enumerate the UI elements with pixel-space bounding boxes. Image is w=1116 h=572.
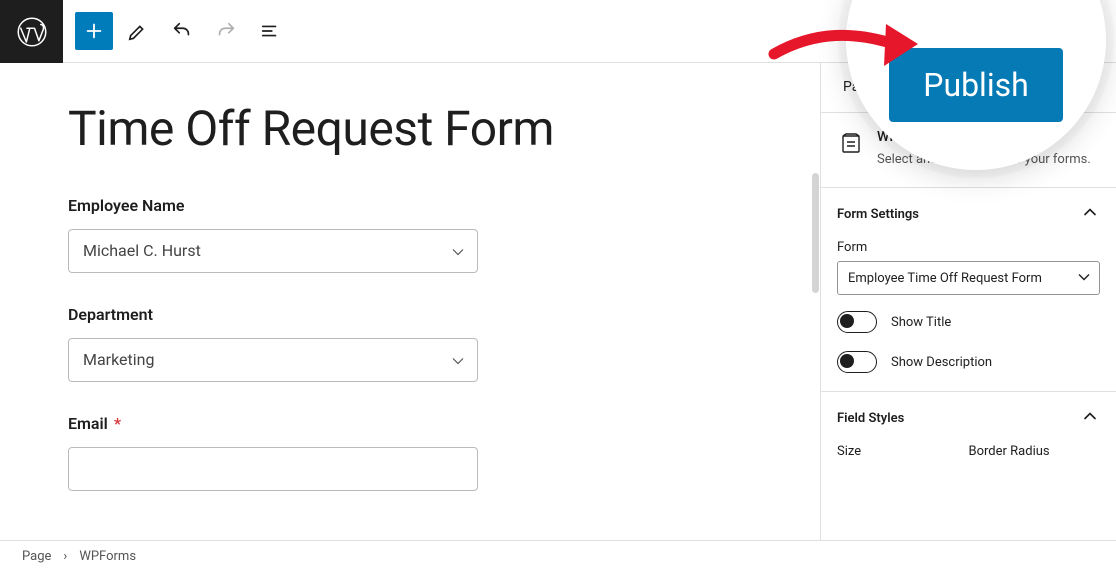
edit-mode-button[interactable] [119,12,157,50]
field-styles-toggle[interactable]: Field Styles [821,392,1116,444]
redo-icon [215,20,237,42]
undo-icon [171,20,193,42]
email-field[interactable] [68,447,478,491]
add-block-button[interactable] [75,12,113,50]
department-value: Marketing [83,350,154,369]
form-settings-toggle[interactable]: Form Settings [821,188,1116,240]
field-styles-title: Field Styles [837,411,904,426]
plus-icon [83,20,105,42]
field-label-employee-name: Employee Name [68,196,720,215]
editor-scrollbar-thumb[interactable] [812,173,819,293]
breadcrumb-wpforms[interactable]: WPForms [79,549,136,564]
breadcrumb: Page › WPForms [0,540,1116,572]
employee-name-select[interactable]: Michael C. Hurst [68,229,478,273]
show-title-toggle[interactable] [837,311,877,333]
editor-canvas: Time Off Request Form Employee Name Mich… [0,63,820,540]
breadcrumb-page[interactable]: Page [22,549,51,564]
field-label-email-text: Email [68,414,108,433]
field-styles-panel: Field Styles Size Border Radius [821,392,1116,477]
form-select-label: Form [837,240,1100,255]
undo-button[interactable] [163,12,201,50]
form-settings-title: Form Settings [837,207,919,222]
form-select-value: Employee Time Off Request Form [848,271,1042,286]
show-description-toggle[interactable] [837,351,877,373]
field-styles-border-radius-label: Border Radius [969,444,1101,459]
wordpress-logo[interactable] [0,0,63,63]
department-select[interactable]: Marketing [68,338,478,382]
form-select[interactable]: Employee Time Off Request Form [837,261,1100,295]
chevron-up-icon [1080,406,1100,430]
wordpress-icon [17,17,47,47]
chevron-up-icon [1080,202,1100,226]
annotation-arrow-icon [766,12,926,92]
pencil-icon [127,20,149,42]
required-asterisk: * [114,414,121,433]
field-styles-size-label: Size [837,444,969,459]
form-settings-panel: Form Settings Form Employee Time Off Req… [821,188,1116,392]
field-label-department: Department [68,305,720,324]
show-title-label: Show Title [891,315,951,330]
employee-name-value: Michael C. Hurst [83,241,201,260]
document-overview-button[interactable] [251,12,289,50]
field-label-email: Email * [68,414,720,433]
wpforms-block-icon [837,129,865,157]
page-title[interactable]: Time Off Request Form [68,103,720,156]
list-icon [259,20,281,42]
show-description-label: Show Description [891,355,992,370]
redo-button[interactable] [207,12,245,50]
breadcrumb-separator-icon: › [63,549,67,564]
